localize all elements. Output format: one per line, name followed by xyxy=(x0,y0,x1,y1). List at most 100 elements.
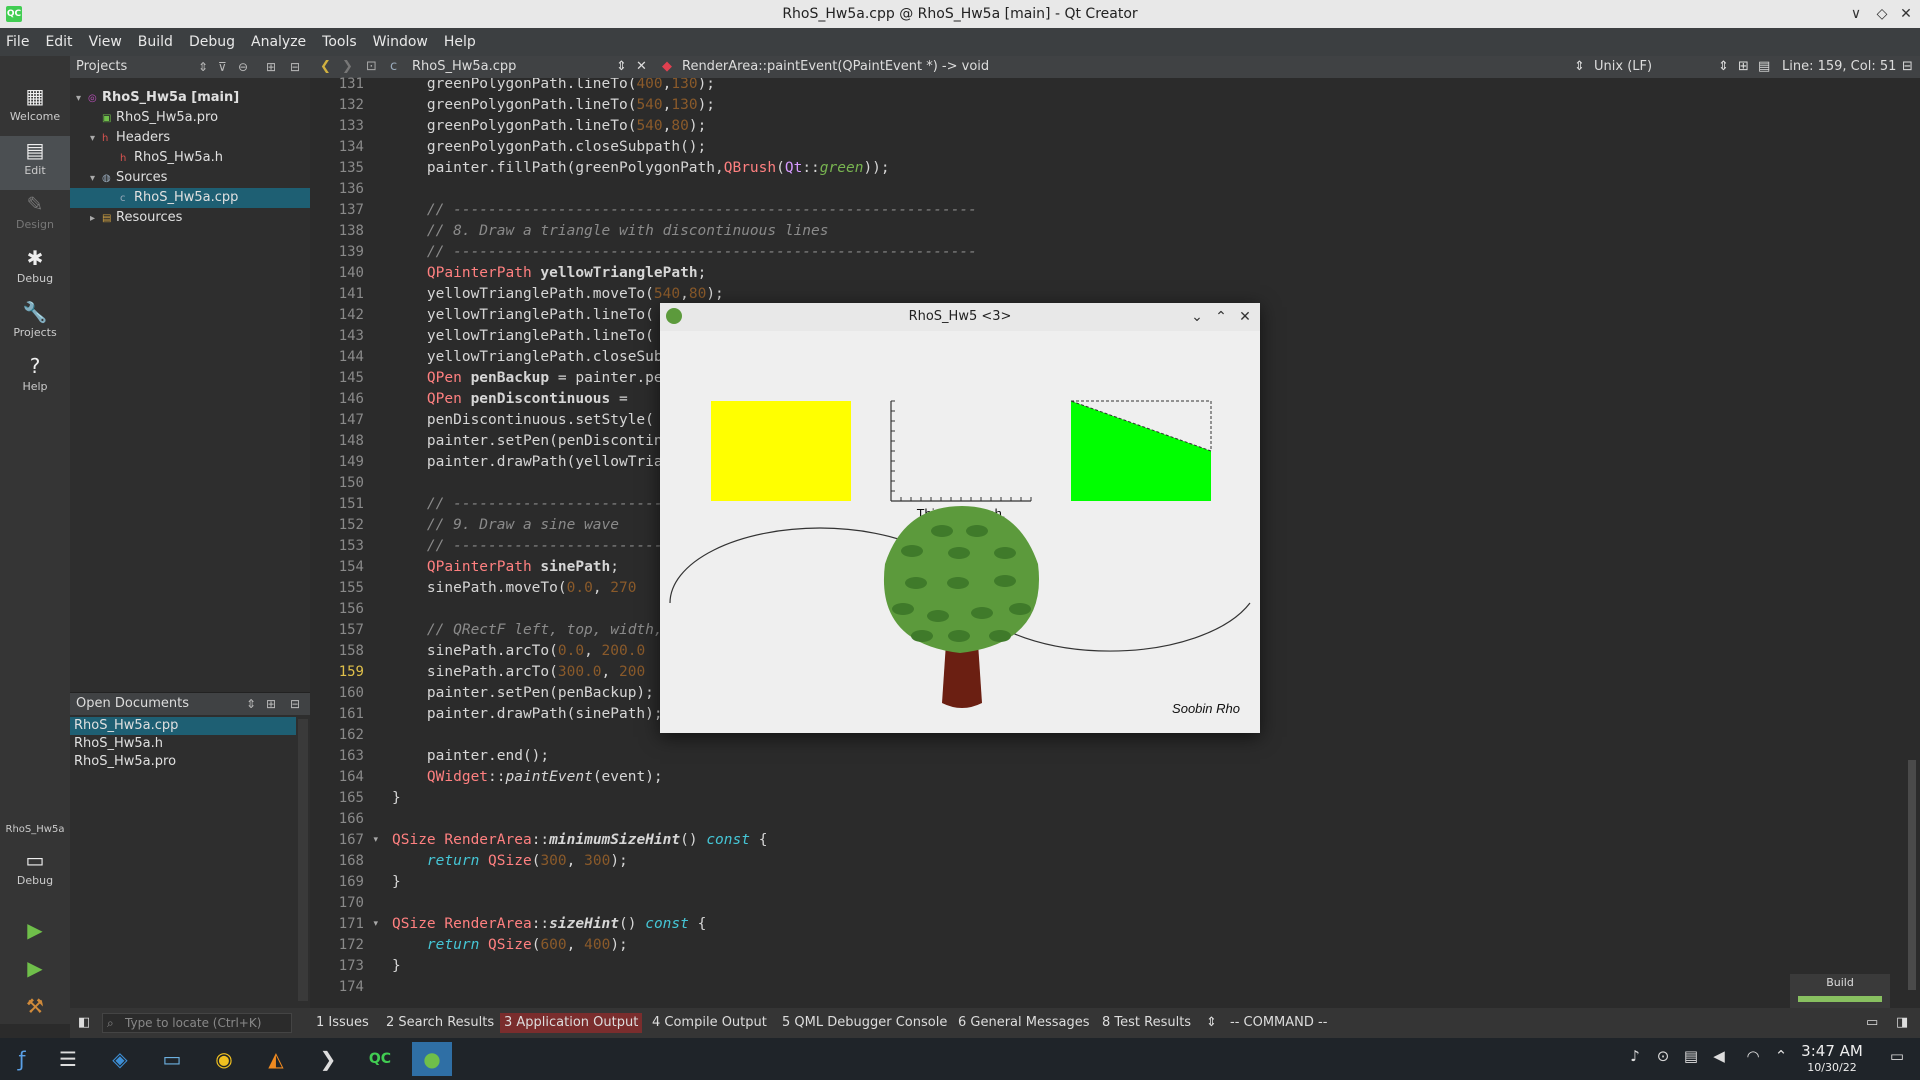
updown-icon[interactable]: ⇕ xyxy=(246,693,256,715)
tree-item-header-file[interactable]: h RhoS_Hw5a.h xyxy=(70,148,310,168)
tree-item-resources[interactable]: ▸ ▤ Resources xyxy=(70,208,310,228)
tree-item-headers[interactable]: ▾ h Headers xyxy=(70,128,310,148)
document-selector[interactable]: RhoS_Hw5a.cpp xyxy=(412,56,516,78)
output-tab-compile-output[interactable]: 4 Compile Output xyxy=(652,1008,767,1038)
updown-icon[interactable]: ⇕ xyxy=(1718,56,1729,78)
output-tab-application-output[interactable]: 3 Application Output xyxy=(500,1013,643,1033)
close-panel-icon[interactable]: ⊟ xyxy=(290,56,300,78)
mode-edit[interactable]: ▤ Edit xyxy=(0,136,70,190)
line-ending-selector[interactable]: Unix (LF) xyxy=(1594,56,1652,78)
line-number: 167 xyxy=(338,832,364,848)
menu-build[interactable]: Build xyxy=(138,34,173,50)
open-documents-scrollbar[interactable] xyxy=(298,719,308,1001)
split-editor-icon[interactable]: ⊟ xyxy=(1902,56,1913,78)
output-tab-general-messages[interactable]: 6 General Messages xyxy=(958,1008,1090,1038)
open-document-item[interactable]: RhoS_Hw5a.h xyxy=(70,735,296,753)
symbol-selector[interactable]: RenderArea::paintEvent(QPaintEvent *) ->… xyxy=(682,56,989,78)
terminal-icon[interactable]: ❯ xyxy=(308,1042,348,1076)
file-manager-icon[interactable]: ▭ xyxy=(152,1042,192,1076)
app-close-button[interactable]: ✕ xyxy=(1236,307,1254,327)
clock[interactable]: 3:47 AM 10/30/22 xyxy=(1792,1042,1872,1076)
notifications-icon[interactable]: ♪ xyxy=(1624,1047,1646,1071)
line-number: 146 xyxy=(338,391,364,407)
close-panel-icon[interactable]: ⊟ xyxy=(290,693,300,715)
mode-debug[interactable]: ✱ Debug xyxy=(0,244,70,298)
link-icon[interactable]: ⊖ xyxy=(238,56,248,78)
split-icon[interactable]: ⊞ xyxy=(266,56,276,78)
mode-label: Help xyxy=(22,380,48,393)
tree-app-taskbar-icon[interactable]: ● xyxy=(412,1042,452,1076)
app-maximize-button[interactable]: ⌃ xyxy=(1212,307,1230,327)
updown-icon[interactable]: ⇕ xyxy=(198,56,208,78)
output-tab-qml-debugger[interactable]: 5 QML Debugger Console xyxy=(782,1008,947,1038)
output-tab-search-results[interactable]: 2 Search Results xyxy=(386,1008,494,1038)
editor-scrollbar[interactable] xyxy=(1904,78,1920,1008)
update-icon[interactable]: ⊙ xyxy=(1652,1047,1674,1071)
menu-tools[interactable]: Tools xyxy=(322,34,357,50)
output-tab-issues[interactable]: 1 Issues xyxy=(316,1008,369,1038)
menu-window[interactable]: Window xyxy=(373,34,428,50)
fedora-launcher-icon[interactable]: ƒ xyxy=(2,1042,42,1076)
open-document-item[interactable]: RhoS_Hw5a.pro xyxy=(70,753,296,771)
tray-expand-icon[interactable]: ⌃ xyxy=(1770,1047,1792,1071)
menu-edit[interactable]: Edit xyxy=(45,34,72,50)
mode-design[interactable]: ✎ Design xyxy=(0,190,70,244)
matlab-icon[interactable]: ◭ xyxy=(256,1042,296,1076)
cursor-position: Line: 159, Col: 51 xyxy=(1782,59,1897,74)
updown-icon[interactable]: ⇕ xyxy=(1206,1008,1217,1038)
maximize-button[interactable]: ◇ xyxy=(1872,4,1892,24)
menu-view[interactable]: View xyxy=(89,34,122,50)
menu-help[interactable]: Help xyxy=(444,34,476,50)
updown-icon[interactable]: ⇕ xyxy=(616,56,627,78)
qt-creator-taskbar-icon[interactable]: QC xyxy=(360,1042,400,1076)
menu-file[interactable]: File xyxy=(6,34,29,50)
kit-mode-selector[interactable]: ▭ Debug xyxy=(0,846,70,900)
tree-item-sources[interactable]: ▾ ◍ Sources xyxy=(70,168,310,188)
output-tab-test-results[interactable]: 8 Test Results xyxy=(1102,1008,1191,1038)
minimize-button[interactable]: ∨ xyxy=(1846,4,1866,24)
chrome-icon[interactable]: ◉ xyxy=(204,1042,244,1076)
locator-input[interactable]: ⌕ Type to locate (Ctrl+K) xyxy=(102,1013,292,1033)
menu-debug[interactable]: Debug xyxy=(189,34,235,50)
line-number: 148 xyxy=(338,433,364,449)
split-icon[interactable]: ⊞ xyxy=(266,693,276,715)
debug-run-icon: ▶ xyxy=(27,956,43,980)
close-document-icon[interactable]: ✕ xyxy=(636,56,647,78)
code-line: QPen penBackup = painter.pen(); xyxy=(426,370,698,386)
close-button[interactable]: ✕ xyxy=(1896,4,1916,24)
software-store-icon[interactable]: ◈ xyxy=(100,1042,140,1076)
split-icon[interactable]: ⊞ xyxy=(1738,56,1749,78)
settings-sliders-icon[interactable]: ☰ xyxy=(48,1042,88,1076)
forward-icon[interactable]: ❯ xyxy=(342,56,353,78)
mode-welcome[interactable]: ▦ Welcome xyxy=(0,82,70,136)
tree-item-pro-file[interactable]: ▣ RhoS_Hw5a.pro xyxy=(70,108,310,128)
outline-icon[interactable]: ▤ xyxy=(1758,56,1770,78)
build-button[interactable]: ⚒ xyxy=(0,992,70,1024)
volume-icon[interactable]: ◀ xyxy=(1708,1047,1730,1071)
updown-icon[interactable]: ⇕ xyxy=(1574,56,1585,78)
wifi-icon[interactable]: ◠ xyxy=(1742,1047,1764,1071)
show-desktop-icon[interactable]: ▭ xyxy=(1886,1047,1908,1071)
open-documents-panel: Open Documents ⇕ ⊞ ⊟ RhoS_Hw5a.cpp RhoS_… xyxy=(70,692,310,1008)
output-pane-toggle-icon[interactable]: ▭ xyxy=(1866,1008,1878,1038)
window-title: RhoS_Hw5a.cpp @ RhoS_Hw5a [main] - Qt Cr… xyxy=(782,6,1138,22)
debug-run-button[interactable]: ▶ xyxy=(0,954,70,990)
toggle-right-sidebar-icon[interactable]: ◨ xyxy=(1896,1008,1908,1038)
menu-analyze[interactable]: Analyze xyxy=(251,34,306,50)
fold-marker-icon[interactable]: ▾ xyxy=(373,919,378,929)
scrollbar-thumb[interactable] xyxy=(1908,760,1916,990)
run-button[interactable]: ▶ xyxy=(0,916,70,952)
clipboard-icon[interactable]: ▤ xyxy=(1680,1047,1702,1071)
open-document-item[interactable]: RhoS_Hw5a.cpp xyxy=(70,717,296,735)
back-icon[interactable]: ❮ xyxy=(320,56,331,78)
toggle-sidebar-icon[interactable]: ◧ xyxy=(78,1008,90,1038)
mode-help[interactable]: ? Help xyxy=(0,352,70,406)
filter-icon[interactable]: ⊽ xyxy=(218,56,227,78)
render-area: This is a graph. Soobin Rho xyxy=(669,400,1251,716)
app-minimize-button[interactable]: ⌄ xyxy=(1188,307,1206,327)
tree-item-project[interactable]: ▾ ◎ RhoS_Hw5a [main] xyxy=(70,88,310,108)
mode-projects[interactable]: 🔧 Projects xyxy=(0,298,70,352)
fold-marker-icon[interactable]: ▾ xyxy=(373,835,378,845)
tree-item-cpp-file[interactable]: c RhoS_Hw5a.cpp xyxy=(70,188,310,208)
